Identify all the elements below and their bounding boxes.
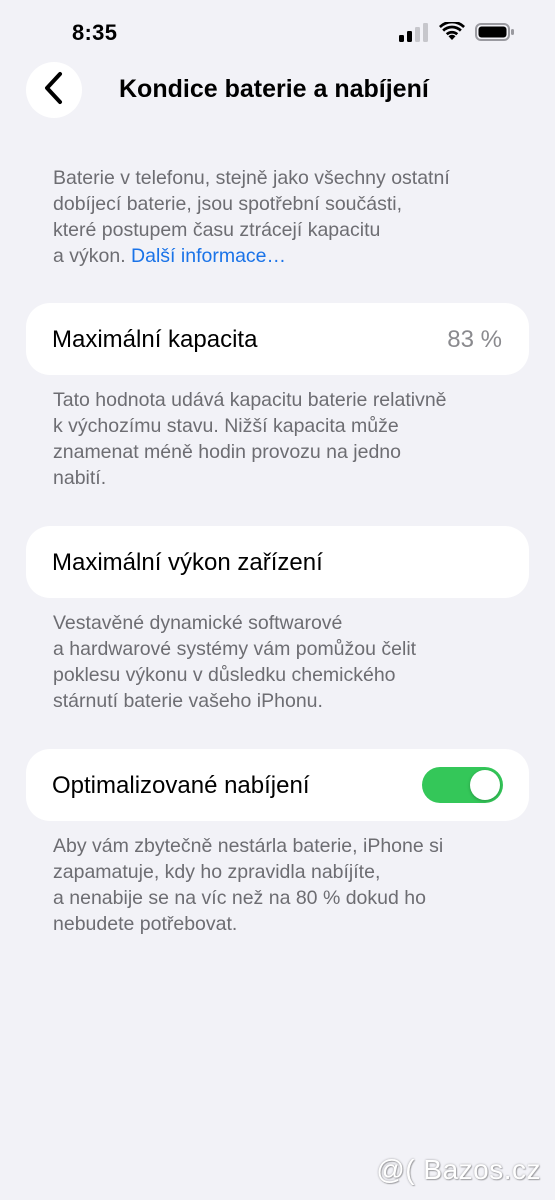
intro-last-line: a výkon. Další informace…	[53, 243, 513, 269]
wifi-icon	[439, 20, 465, 47]
description-line: a hardwarové systémy vám pomůžou čelit	[53, 638, 417, 660]
description-line: nebudete potřebovat.	[53, 913, 238, 935]
watermark: @( Bazos.cz	[376, 1154, 541, 1185]
description-line: znamenat méně hodin provozu na jedno	[53, 441, 401, 463]
chevron-left-icon	[42, 71, 66, 110]
peak-performance-label: Maximální výkon zařízení	[52, 549, 323, 576]
description-line: zapamatuje, kdy ho zpravidla nabíjíte,	[53, 861, 381, 883]
optimized-charging-toggle[interactable]	[422, 767, 503, 803]
intro-line: dobíjecí baterie, jsou spotřební součást…	[53, 193, 403, 215]
intro-line-prefix: a výkon.	[53, 245, 132, 267]
peak-performance-description: Vestavěné dynamické softwarové a hardwar…	[53, 610, 513, 714]
intro-line: které postupem času ztrácejí kapacitu	[53, 219, 381, 241]
status-icons	[399, 20, 515, 47]
navigation-bar: Kondice baterie a nabíjení	[0, 60, 555, 120]
back-button[interactable]	[26, 62, 82, 118]
battery-icon	[475, 22, 515, 47]
intro-line: Baterie v telefonu, stejně jako všechny …	[53, 167, 450, 189]
optimized-charging-row: Optimalizované nabíjení	[26, 749, 529, 821]
status-bar: 8:35	[0, 0, 555, 60]
description-line: Aby vám zbytečně nestárla baterie, iPhon…	[53, 835, 444, 857]
page-title: Kondice baterie a nabíjení	[119, 75, 429, 103]
optimized-charging-description: Aby vám zbytečně nestárla baterie, iPhon…	[53, 833, 513, 937]
peak-performance-row[interactable]: Maximální výkon zařízení	[26, 526, 529, 598]
description-line: Vestavěné dynamické softwarové	[53, 612, 343, 634]
description-line: Tato hodnota udává kapacitu baterie rela…	[53, 389, 447, 411]
max-capacity-label: Maximální kapacita	[52, 326, 258, 353]
signal-icon	[399, 22, 429, 47]
description-line: a nenabije se na víc než na 80 % dokud h…	[53, 887, 426, 909]
more-info-link[interactable]: Další informace…	[131, 245, 286, 267]
description-line: k výchozímu stavu. Nižší kapacita může	[53, 415, 399, 437]
max-capacity-value: 83 %	[447, 326, 502, 353]
intro-description: Baterie v telefonu, stejně jako všechny …	[53, 165, 513, 269]
max-capacity-row: Maximální kapacita 83 %	[26, 303, 529, 375]
max-capacity-description: Tato hodnota udává kapacitu baterie rela…	[53, 387, 513, 491]
description-line: stárnutí baterie vašeho iPhonu.	[53, 690, 323, 712]
optimized-charging-label: Optimalizované nabíjení	[52, 772, 310, 799]
status-time: 8:35	[72, 20, 118, 45]
description-line: poklesu výkonu v důsledku chemického	[53, 664, 396, 686]
description-line: nabití.	[53, 467, 107, 489]
toggle-knob	[470, 770, 500, 800]
